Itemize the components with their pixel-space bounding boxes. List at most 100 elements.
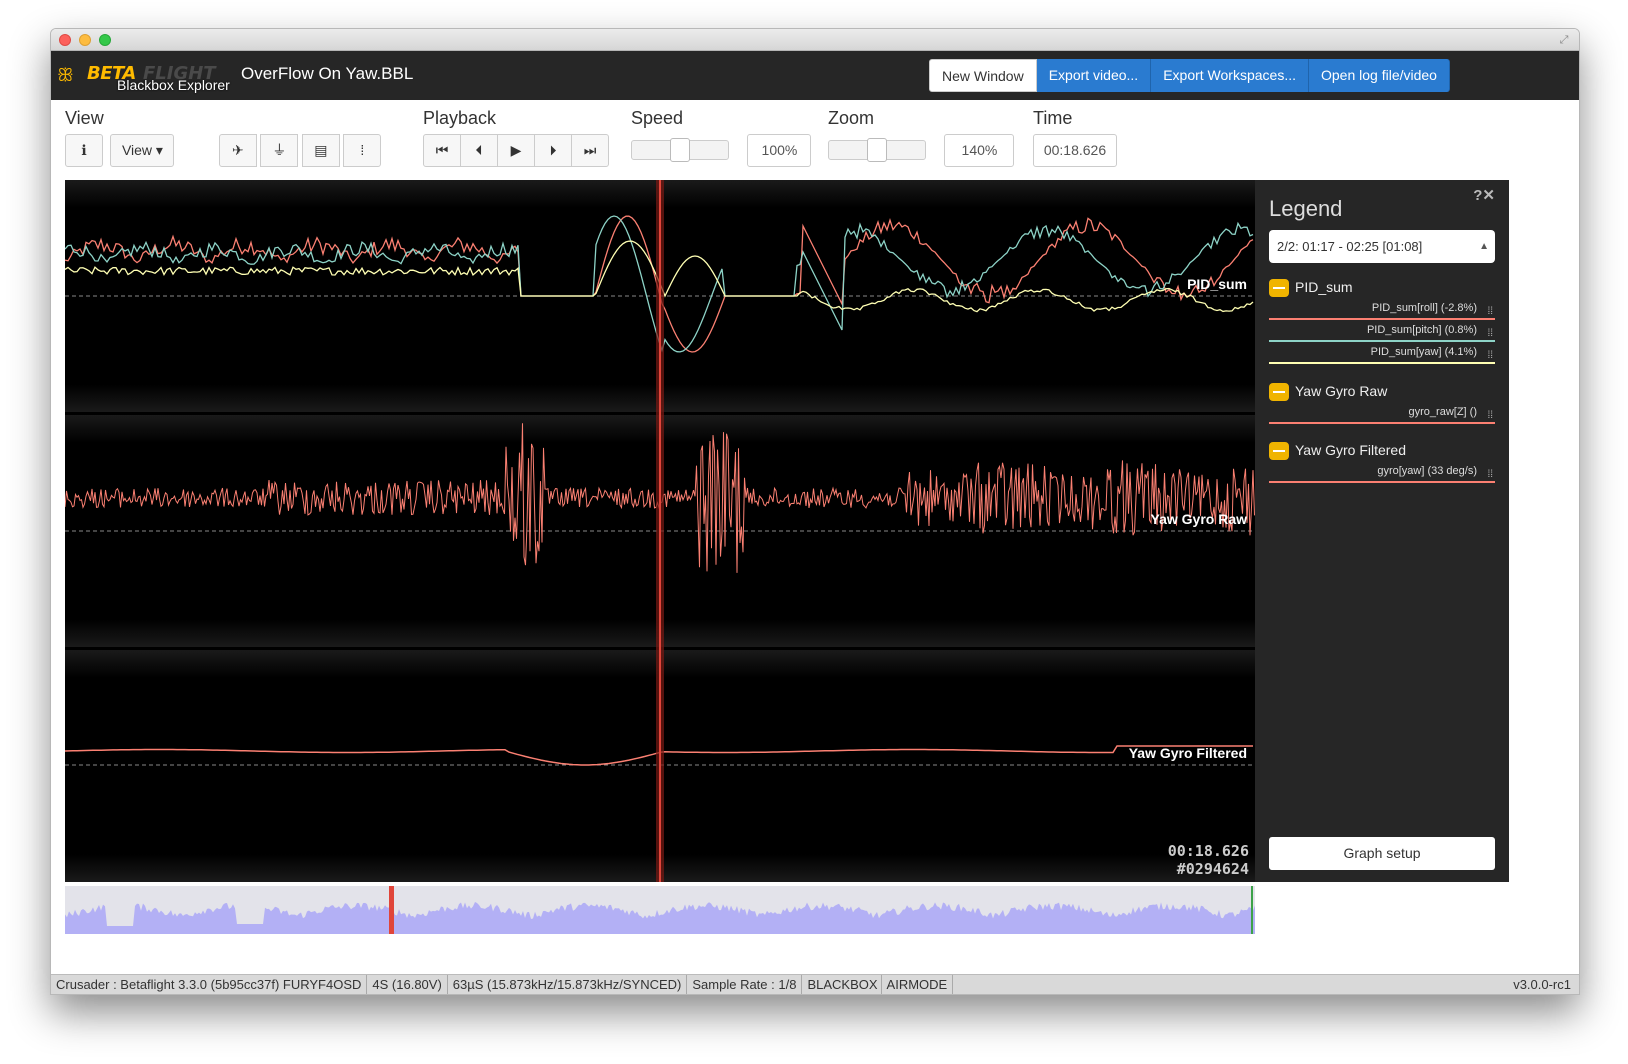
legend-item[interactable]: gyro[yaw] (33 deg/s) ⁞⁞ <box>1269 461 1495 483</box>
legend-group-header[interactable]: Yaw Gyro Raw <box>1269 380 1495 402</box>
minimize-window-button[interactable] <box>79 34 91 46</box>
status-sample-rate: Sample Rate : 1/8 <box>687 975 803 994</box>
graph-svg: PID_sum Yaw Gyro Raw Yaw Gyro Filtered 0… <box>64 180 1255 882</box>
overview-throttle-area <box>65 902 1255 934</box>
series-color-swatch <box>1269 422 1495 424</box>
toolbar: View ℹ View ▾ ✈ ⏚ ▤ ⁞ Playback ⏮ ⏴ ▶ ⏵ ⏭ Spe… <box>51 100 1579 180</box>
view-dropdown[interactable]: View ▾ <box>110 134 175 167</box>
select-arrows-icon: ▲ <box>1479 241 1489 252</box>
legend-group-name: PID_sum <box>1295 279 1353 295</box>
analyser-view-button[interactable]: ⁞ <box>343 134 382 167</box>
legend-item-label: PID_sum[yaw] (4.1%) <box>1370 346 1477 358</box>
skip-end-icon: ⏭ <box>583 142 597 158</box>
play-button[interactable]: ▶ <box>497 134 535 167</box>
speed-slider[interactable] <box>631 138 729 162</box>
speed-slider-handle[interactable] <box>670 138 690 162</box>
legend-item[interactable]: gyro_raw[Z] () ⁞⁞ <box>1269 402 1495 424</box>
info-icon: ℹ <box>81 142 87 158</box>
zoom-slider[interactable] <box>828 138 926 162</box>
fullscreen-icon[interactable]: ⤢ <box>1557 33 1571 47</box>
cursor-time: 00:18.626 <box>1168 842 1249 860</box>
collapse-toggle-icon[interactable] <box>1269 383 1289 402</box>
zoom-window-button[interactable] <box>99 34 111 46</box>
logo-subtitle: Blackbox Explorer <box>117 77 230 93</box>
series-color-swatch <box>1269 481 1495 483</box>
jump-start-button[interactable]: ⏮ <box>423 134 461 167</box>
legend-group-yaw-gyro-raw: Yaw Gyro Raw gyro_raw[Z] () ⁞⁞ <box>1269 380 1495 424</box>
app-window: ⤢ ꕥ BETA FLIGHT Blackbox Explorer OverFl… <box>50 28 1580 995</box>
speed-label: Speed <box>631 108 684 128</box>
zoom-label: Zoom <box>828 108 875 128</box>
step-forward-icon: ⏵ <box>549 142 557 158</box>
playback-label: Playback <box>423 108 497 128</box>
open-log-button[interactable]: Open log file/video <box>1309 59 1450 92</box>
legend-panel: Legend ?✕ 2/2: 01:17 - 02:25 [01:08] ▲ PI… <box>1255 180 1509 882</box>
joystick-icon: ⏚ <box>272 142 287 158</box>
legend-item-label: PID_sum[pitch] (0.8%) <box>1366 324 1477 336</box>
export-video-button[interactable]: Export video... <box>1036 59 1152 92</box>
export-workspaces-button[interactable]: Export Workspaces... <box>1151 59 1309 92</box>
legend-item[interactable]: PID_sum[yaw] (4.1%) ⁞⁞ <box>1269 342 1495 364</box>
legend-group-yaw-gyro-filtered: Yaw Gyro Filtered gyro[yaw] (33 deg/s) ⁞⁞ <box>1269 439 1495 483</box>
window-titlebar: ⤢ <box>51 29 1579 51</box>
legend-group-pid-sum: PID_sum PID_sum[roll] (-2.8%) ⁞⁞ PID_sum[… <box>1269 276 1495 364</box>
pid-sum-label: PID_sum <box>1187 276 1247 292</box>
status-bar: Crusader : Betaflight 3.3.0 (5b95cc37f) … <box>51 974 1579 994</box>
craft-view-button[interactable]: ✈ <box>218 134 257 167</box>
table-icon: ▤ <box>314 142 328 158</box>
log-overview-strip[interactable] <box>65 886 1255 934</box>
histogram-icon: ⁞ <box>360 142 365 158</box>
status-firmware: Crusader : Betaflight 3.3.0 (5b95cc37f) … <box>51 975 368 994</box>
new-window-button[interactable]: New Window <box>929 59 1037 92</box>
overview-position-marker[interactable] <box>389 886 394 934</box>
collapse-toggle-icon[interactable] <box>1269 279 1289 298</box>
legend-group-header[interactable]: Yaw Gyro Filtered <box>1269 439 1495 461</box>
legend-title: Legend <box>1269 196 1343 221</box>
series-color-swatch <box>1269 362 1495 364</box>
status-flag-airmode: AIRMODE <box>882 975 954 994</box>
zoom-slider-handle[interactable] <box>867 138 887 162</box>
header-buttons: New Window Export video... Export Worksp… <box>929 59 1450 92</box>
step-back-button[interactable]: ⏴ <box>460 134 498 167</box>
status-looptime: 63µS (15.873kHz/15.873kHz/SYNCED) <box>448 975 688 994</box>
jump-end-button[interactable]: ⏭ <box>571 134 609 167</box>
airplane-icon: ✈ <box>232 142 244 158</box>
bee-icon: ꕥ <box>57 65 74 85</box>
step-back-icon: ⏴ <box>475 142 483 158</box>
playback-group: Playback ⏮ ⏴ ▶ ⏵ ⏭ <box>423 108 609 167</box>
legend-close-icon[interactable]: ?✕ <box>1473 186 1495 204</box>
zoom-group: Zoom 140% <box>828 108 1015 167</box>
speed-group: Speed 100% <box>631 108 812 167</box>
time-group: Time 00:18.626 <box>1033 108 1117 167</box>
speed-input[interactable]: 100% <box>747 134 812 167</box>
step-forward-button[interactable]: ⏵ <box>534 134 572 167</box>
betaflight-logo: ꕥ BETA FLIGHT Blackbox Explorer <box>57 61 233 93</box>
app-header: ꕥ BETA FLIGHT Blackbox Explorer OverFlow… <box>51 51 1579 100</box>
legend-item-label: gyro_raw[Z] () <box>1408 406 1477 418</box>
time-input[interactable]: 00:18.626 <box>1033 134 1117 167</box>
sticks-view-button[interactable]: ⏚ <box>260 134 299 167</box>
status-version: v3.0.0-rc1 <box>1513 977 1571 992</box>
graph-canvas[interactable]: PID_sum Yaw Gyro Raw Yaw Gyro Filtered 0… <box>64 180 1255 882</box>
info-button[interactable]: ℹ <box>65 134 103 167</box>
log-range-value: 2/2: 01:17 - 02:25 [01:08] <box>1277 239 1423 254</box>
overview-svg <box>65 886 1255 934</box>
legend-group-name: Yaw Gyro Filtered <box>1295 442 1406 458</box>
legend-item[interactable]: PID_sum[roll] (-2.8%) ⁞⁞ <box>1269 298 1495 320</box>
legend-item-label: gyro[yaw] (33 deg/s) <box>1377 465 1477 477</box>
legend-item[interactable]: PID_sum[pitch] (0.8%) ⁞⁞ <box>1269 320 1495 342</box>
cursor-frame: #0294624 <box>1177 860 1249 878</box>
zoom-input[interactable]: 140% <box>944 134 1015 167</box>
skip-start-icon: ⏮ <box>435 142 449 158</box>
collapse-toggle-icon[interactable] <box>1269 442 1289 461</box>
close-window-button[interactable] <box>59 34 71 46</box>
legend-item-label: PID_sum[roll] (-2.8%) <box>1371 302 1477 314</box>
table-view-button[interactable]: ▤ <box>301 134 340 167</box>
legend-group-header[interactable]: PID_sum <box>1269 276 1495 298</box>
gyro-raw-label: Yaw Gyro Raw <box>1151 511 1248 527</box>
view-group: View ℹ View ▾ ✈ ⏚ ▤ ⁞ <box>65 108 382 167</box>
play-icon: ▶ <box>510 142 522 158</box>
log-range-select[interactable]: 2/2: 01:17 - 02:25 [01:08] ▲ <box>1269 230 1495 263</box>
graph-setup-button[interactable]: Graph setup <box>1269 837 1495 870</box>
log-filename: OverFlow On Yaw.BBL <box>241 64 414 83</box>
